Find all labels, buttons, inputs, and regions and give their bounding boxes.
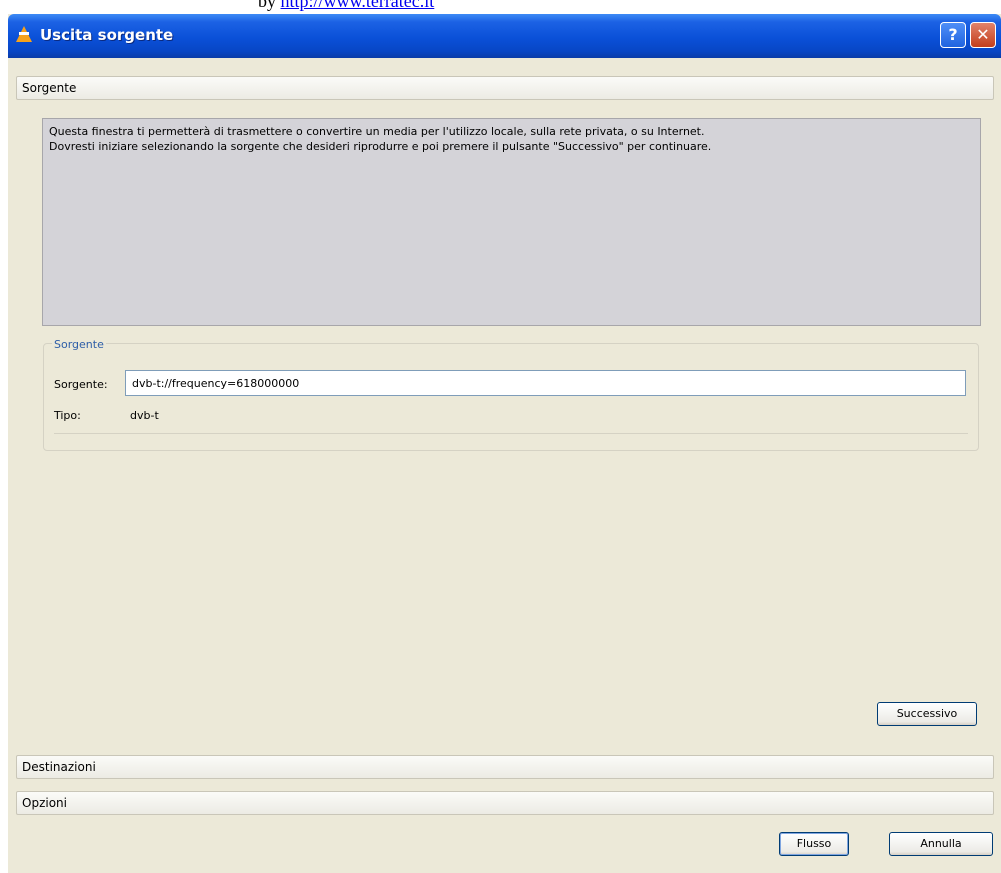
window-title: Uscita sorgente	[40, 26, 174, 44]
source-groupbox	[43, 343, 979, 451]
section-opzioni[interactable]: Opzioni	[16, 791, 994, 815]
info-line-1: Questa finestra ti permetterà di trasmet…	[49, 125, 705, 138]
banner-link[interactable]: http://www.terratec.it	[281, 0, 435, 11]
stream-button[interactable]: Flusso	[779, 832, 849, 856]
info-line-2: Dovresti iniziare selezionando la sorgen…	[49, 140, 712, 153]
banner-prefix: by	[258, 0, 281, 11]
source-group-legend: Sorgente	[52, 338, 106, 352]
close-icon[interactable]: ✕	[970, 22, 996, 48]
vlc-cone-icon	[16, 26, 32, 42]
next-button[interactable]: Successivo	[877, 702, 977, 726]
group-divider	[54, 433, 968, 434]
source-label: Sorgente:	[54, 378, 108, 391]
section-sorgente[interactable]: Sorgente	[16, 76, 994, 100]
dialog-window: Uscita sorgente ? ✕ Sorgente Questa fine…	[8, 14, 1001, 873]
title-bar[interactable]: Uscita sorgente ? ✕	[8, 14, 1001, 58]
info-panel: Questa finestra ti permetterà di trasmet…	[42, 118, 981, 326]
cancel-button[interactable]: Annulla	[889, 832, 993, 856]
source-input[interactable]	[125, 370, 966, 396]
type-value: dvb-t	[130, 409, 159, 422]
help-icon[interactable]: ?	[940, 22, 966, 48]
watermark-banner: by http://www.terratec.it	[258, 0, 435, 11]
type-label: Tipo:	[54, 409, 81, 422]
section-destinazioni[interactable]: Destinazioni	[16, 755, 994, 779]
